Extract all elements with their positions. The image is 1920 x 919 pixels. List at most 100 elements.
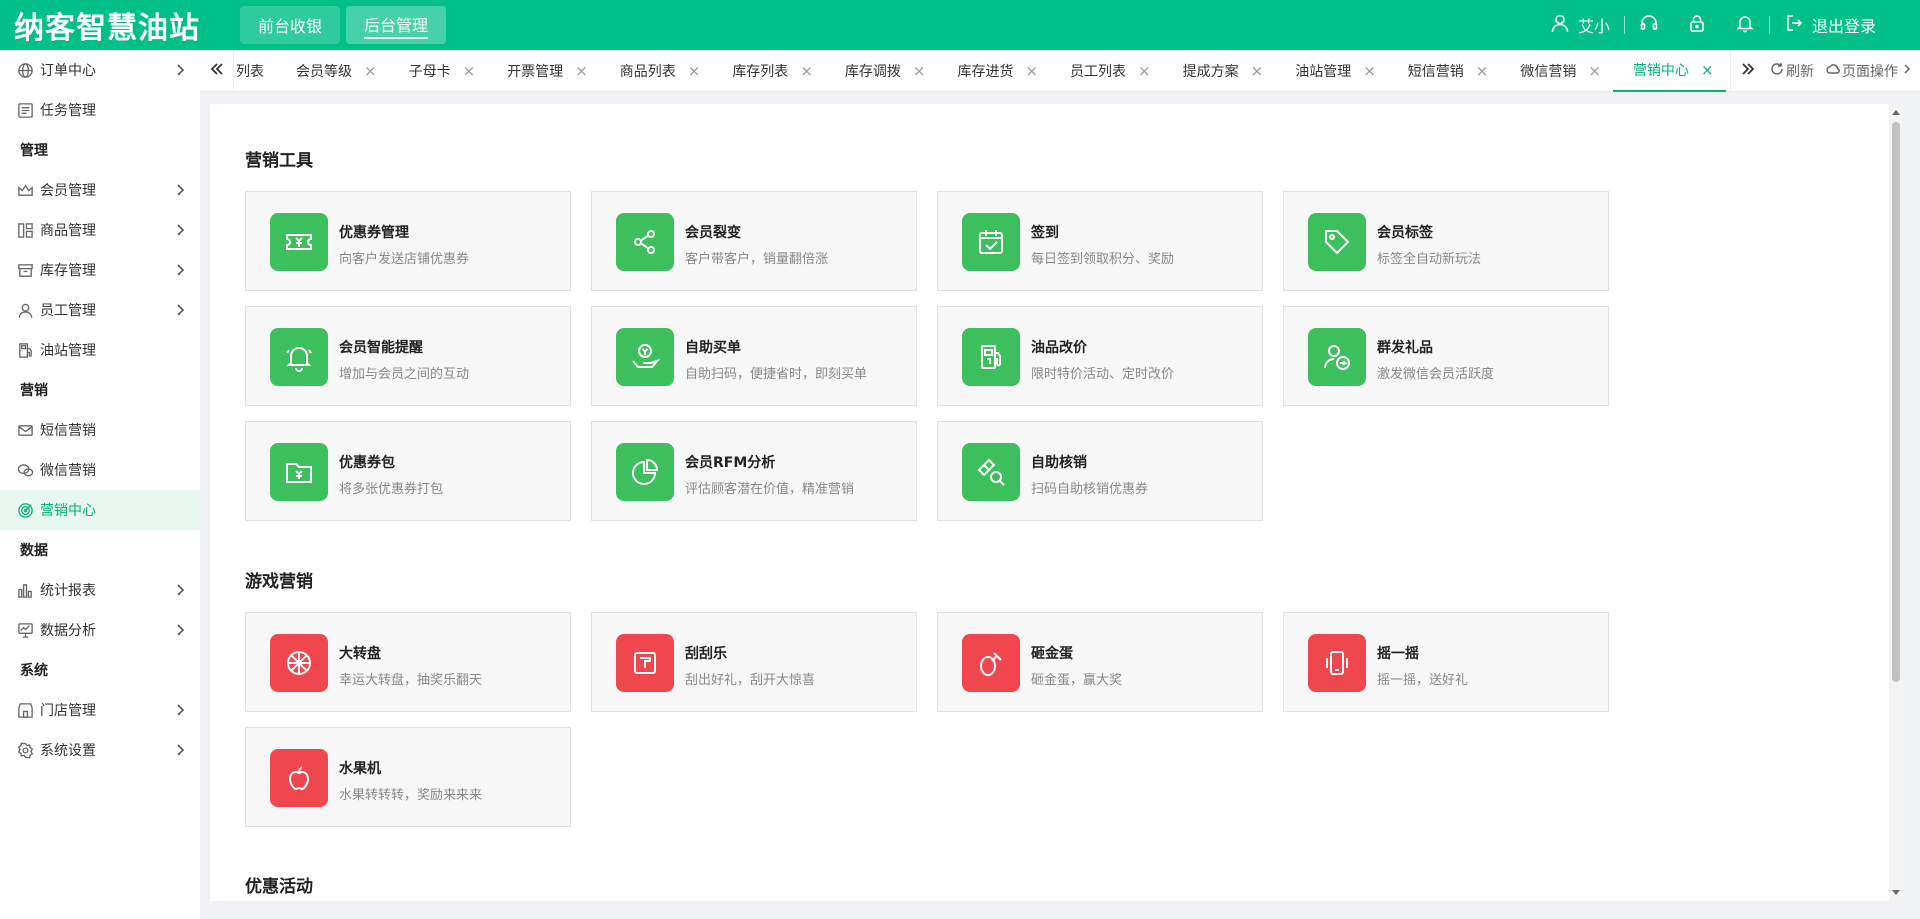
scroll-down-arrow-icon[interactable] [1892, 890, 1900, 895]
sidebar-item-orders[interactable]: 订单中心 [0, 50, 200, 90]
close-icon[interactable]: × [1588, 62, 1601, 80]
scrollbar-thumb[interactable] [1892, 122, 1900, 682]
page-operations-label: 页面操作 [1842, 63, 1898, 80]
close-icon[interactable]: × [1701, 61, 1714, 79]
card-desc: 每日签到领取积分、奖励 [1031, 252, 1175, 267]
tool-card-self-verify[interactable]: 自助核销 扫码自助核销优惠券 [937, 421, 1263, 521]
close-icon[interactable]: × [1138, 62, 1151, 80]
page-tab-active[interactable]: 营销中心 × [1612, 50, 1726, 92]
tool-card-smart-reminder[interactable]: 会员智能提醒 增加与会员之间的互动 [245, 306, 571, 406]
sidebar-item-label: 员工管理 [40, 303, 96, 319]
page-tab[interactable]: 会员等级 × [276, 50, 389, 92]
logo: 纳客智慧油站 [14, 11, 200, 46]
close-icon[interactable]: × [913, 62, 926, 80]
page-tab-label: 列表 [236, 63, 264, 80]
calendar-check-icon [962, 213, 1020, 271]
tool-card-rfm[interactable]: 会员RFM分析 评估顾客潜在价值，精准营销 [591, 421, 917, 521]
close-icon[interactable]: × [1025, 62, 1038, 80]
scroll-up-arrow-icon[interactable] [1892, 110, 1900, 115]
logout-button[interactable]: 退出登录 [1770, 13, 1890, 37]
hand-coin-icon [616, 328, 674, 386]
tool-card-member-tag[interactable]: 会员标签 标签全自动新玩法 [1283, 191, 1609, 291]
close-icon[interactable]: × [800, 62, 813, 80]
card-desc: 将多张优惠券打包 [339, 482, 444, 497]
user-menu[interactable]: 艾小 [1536, 13, 1624, 37]
user-icon [16, 301, 34, 319]
page-tab[interactable]: 油站管理 × [1275, 50, 1388, 92]
sidebar-item-settings[interactable]: 系统设置 [0, 730, 200, 770]
page-tab[interactable]: 微信营销 × [1500, 50, 1613, 92]
tool-card-fuel-price[interactable]: 油品改价 限时特价活动、定时改价 [937, 306, 1263, 406]
tool-card-coupon-pack[interactable]: 优惠券包 将多张优惠券打包 [245, 421, 571, 521]
refresh-button[interactable]: 刷新 [1764, 61, 1820, 81]
page-tab-label: 油站管理 [1295, 63, 1352, 80]
page-tab[interactable]: 子母卡 × [389, 50, 488, 92]
tool-card-self-checkout[interactable]: 自助买单 自助扫码，便捷省时，即刻买单 [591, 306, 917, 406]
sidebar-item-goods[interactable]: 商品管理 [0, 210, 200, 250]
page-tab-label: 会员等级 [296, 63, 352, 80]
card-title: 大转盘 [339, 646, 381, 662]
page-tabstrip: 列表 会员等级 × 子母卡 × 开票管理 × 商品列表 × 库存列表 × 库存调拨 × 库存… [200, 49, 1920, 92]
sidebar-item-staff[interactable]: 员工管理 [0, 290, 200, 330]
page-tab[interactable]: 库存列表 × [712, 50, 825, 92]
page-operations-button[interactable]: 页面操作 [1820, 61, 1920, 81]
phone-shake-icon [1308, 634, 1366, 692]
lock-icon [1687, 13, 1707, 37]
game-card-golden-egg[interactable]: 砸金蛋 砸金蛋，赢大奖 [937, 612, 1263, 712]
tabs-scroll-right-button[interactable] [1730, 49, 1764, 92]
close-icon[interactable]: × [1363, 62, 1376, 80]
close-icon[interactable]: × [1476, 62, 1489, 80]
sidebar-item-analytics[interactable]: 数据分析 [0, 610, 200, 650]
lock-button[interactable] [1673, 13, 1721, 37]
top-tab-cashier[interactable]: 前台收银 [240, 6, 341, 44]
tool-card-member-fission[interactable]: 会员裂变 客户带客户，销量翻倍涨 [591, 191, 917, 291]
notification-button[interactable] [1721, 13, 1769, 37]
close-icon[interactable]: × [688, 62, 701, 80]
card-title: 刮刮乐 [685, 646, 727, 662]
sidebar-group-title: 管理 [20, 143, 48, 159]
tabs-scroll-left-button[interactable] [200, 49, 234, 92]
headset-icon [1639, 13, 1659, 37]
sidebar-item-inventory[interactable]: 库存管理 [0, 250, 200, 290]
support-button[interactable] [1625, 13, 1673, 37]
game-card-shake[interactable]: 摇一摇 摇一摇，送好礼 [1283, 612, 1609, 712]
tool-card-coupon[interactable]: 优惠券管理 向客户发送店铺优惠券 [245, 191, 571, 291]
close-icon[interactable]: × [1251, 62, 1264, 80]
tool-card-mass-gift[interactable]: 群发礼品 激发微信会员活跃度 [1283, 306, 1609, 406]
tool-card-checkin[interactable]: 签到 每日签到领取积分、奖励 [937, 191, 1263, 291]
sidebar-item-label: 统计报表 [40, 583, 96, 599]
close-icon[interactable]: × [575, 62, 588, 80]
sidebar-item-reports[interactable]: 统计报表 [0, 570, 200, 610]
close-icon[interactable]: × [463, 62, 476, 80]
sidebar-item-stores[interactable]: 门店管理 [0, 690, 200, 730]
page-tab[interactable]: 短信营销 × [1388, 50, 1501, 92]
sidebar-item-marketing-center[interactable]: 营销中心 [0, 490, 200, 530]
card-title: 会员裂变 [685, 225, 741, 241]
sidebar-item-label: 订单中心 [40, 63, 96, 79]
page-tab[interactable]: 商品列表 × [600, 50, 713, 92]
sidebar-item-members[interactable]: 会员管理 [0, 170, 200, 210]
sidebar-item-tasks[interactable]: 任务管理 [0, 90, 200, 130]
game-card-wheel[interactable]: 大转盘 幸运大转盘，抽奖乐翻天 [245, 612, 571, 712]
globe-icon [16, 61, 34, 79]
page-tab[interactable]: 库存调拨 × [825, 50, 938, 92]
page-tab[interactable]: 开票管理 × [487, 50, 600, 92]
game-card-scratch[interactable]: 刮刮乐 刮出好礼，刮开大惊喜 [591, 612, 917, 712]
sidebar-item-stations[interactable]: 油站管理 [0, 330, 200, 370]
sidebar-item-sms[interactable]: 短信营销 [0, 410, 200, 450]
game-card-fruit-machine[interactable]: 水果机 水果转转转，奖励来来来 [245, 727, 571, 827]
wheel-icon [270, 634, 328, 692]
sidebar-item-wechat[interactable]: 微信营销 [0, 450, 200, 490]
wechat-icon [16, 461, 34, 479]
page-tab-label: 短信营销 [1407, 63, 1464, 80]
top-tab-backend[interactable]: 后台管理 [346, 6, 447, 44]
user-share-icon [1308, 328, 1366, 386]
page-tab[interactable]: 提成方案 × [1163, 50, 1276, 92]
page-tab[interactable]: 员工列表 × [1050, 50, 1163, 92]
page-tab[interactable]: 列表 [234, 50, 276, 92]
close-icon[interactable]: × [364, 62, 377, 80]
vertical-scrollbar[interactable] [1889, 104, 1903, 901]
main-panel: 营销工具 优惠券管理 向客户发送店铺优惠券 会员裂变 客户带客户，销量翻倍涨 签… [210, 104, 1903, 901]
chevron-right-icon [172, 62, 188, 78]
page-tab[interactable]: 库存进货 × [937, 50, 1050, 92]
